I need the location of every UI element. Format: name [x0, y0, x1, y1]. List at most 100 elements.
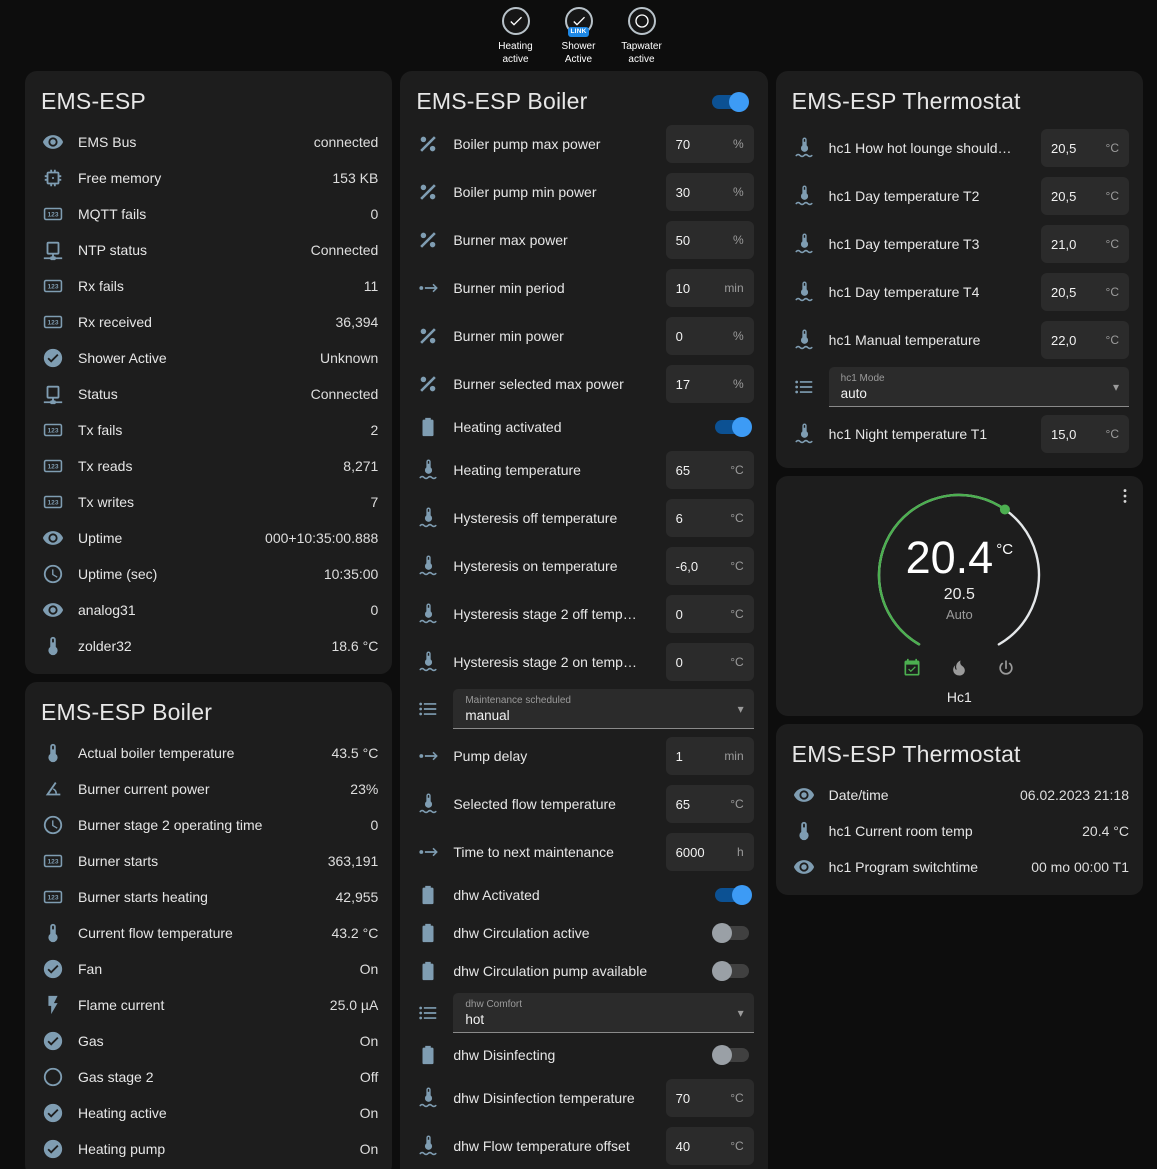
entity-value: Off: [360, 1069, 378, 1085]
number-input[interactable]: 21,0°C: [1041, 225, 1129, 263]
number-input[interactable]: 70%: [666, 125, 754, 163]
row-tx-reads[interactable]: 123Tx reads8,271: [41, 448, 378, 484]
entity-name: Heating active: [78, 1105, 352, 1121]
row-burner-max-power: Burner max power50%: [416, 216, 753, 264]
number-input[interactable]: 0°C: [666, 643, 754, 681]
row-dhw-comfort: dhw Comforthot▾: [416, 990, 753, 1036]
toggle-switch[interactable]: [715, 1048, 749, 1062]
card-master-toggle[interactable]: [712, 95, 746, 109]
number-input[interactable]: 22,0°C: [1041, 321, 1129, 359]
row-rx-fails[interactable]: 123Rx fails11: [41, 268, 378, 304]
row-burner-stage-2-operating-time[interactable]: Burner stage 2 operating time0: [41, 807, 378, 843]
card-ems-esp-boiler-sensors: EMS-ESP Boiler Actual boiler temperature…: [25, 682, 392, 1169]
badge-label-line: Shower: [562, 41, 596, 52]
badge-label: Tapwateractive: [621, 40, 662, 66]
number-input[interactable]: 20,5°C: [1041, 177, 1129, 215]
angle-icon: [41, 778, 65, 800]
row-gas[interactable]: GasOn: [41, 1023, 378, 1059]
number-input[interactable]: 6°C: [666, 499, 754, 537]
row-rx-received[interactable]: 123Rx received36,394: [41, 304, 378, 340]
row-tx-fails[interactable]: 123Tx fails2: [41, 412, 378, 448]
number-input[interactable]: 20,5°C: [1041, 129, 1129, 167]
row-shower-active[interactable]: Shower ActiveUnknown: [41, 340, 378, 376]
row-zolder32[interactable]: zolder3218.6 °C: [41, 628, 378, 664]
select-input[interactable]: dhw Comforthot▾: [453, 993, 753, 1033]
column-right: EMS-ESP Thermostat hc1 How hot lounge sh…: [776, 71, 1143, 895]
row-burner-starts[interactable]: 123Burner starts363,191: [41, 843, 378, 879]
row-status[interactable]: StatusConnected: [41, 376, 378, 412]
number-input[interactable]: 65°C: [666, 451, 754, 489]
card-thermostat-hc1: 20.4°C 20.5 Auto Hc1: [776, 476, 1143, 716]
row-heating-active[interactable]: Heating activeOn: [41, 1095, 378, 1131]
row-date-time[interactable]: Date/time06.02.2023 21:18: [792, 777, 1129, 813]
coolant-icon: [416, 603, 440, 625]
entity-value: 7: [371, 494, 379, 510]
number-input[interactable]: 6000h: [666, 833, 754, 871]
number-value: 20,5: [1051, 285, 1076, 300]
row-tx-writes[interactable]: 123Tx writes7: [41, 484, 378, 520]
select-input[interactable]: hc1 Modeauto▾: [829, 367, 1129, 407]
more-options-icon[interactable]: [1115, 486, 1135, 511]
number-input[interactable]: 15,0°C: [1041, 415, 1129, 453]
row-ems-bus[interactable]: EMS Busconnected: [41, 124, 378, 160]
number-input[interactable]: -6,0°C: [666, 547, 754, 585]
number-input[interactable]: 50%: [666, 221, 754, 259]
number-unit: %: [733, 185, 744, 199]
number-unit: °C: [1106, 189, 1119, 203]
number-input[interactable]: 30%: [666, 173, 754, 211]
number-input[interactable]: 17%: [666, 365, 754, 403]
row-burner-current-power[interactable]: Burner current power23%: [41, 771, 378, 807]
entity-name: hc1 Current room temp: [829, 823, 1074, 839]
number-input[interactable]: 40°C: [666, 1127, 754, 1165]
list-icon: [792, 376, 816, 398]
select-label: Maintenance scheduled: [465, 695, 727, 706]
toggle-knob: [712, 923, 732, 943]
number-value: 70: [676, 137, 690, 152]
toggle-switch[interactable]: [715, 964, 749, 978]
row-mqtt-fails[interactable]: 123MQTT fails0: [41, 196, 378, 232]
number-input[interactable]: 20,5°C: [1041, 273, 1129, 311]
row-ntp-status[interactable]: NTP statusConnected: [41, 232, 378, 268]
row-hc1-day-temperature-t2: hc1 Day temperature T220,5°C: [792, 172, 1129, 220]
toggle-knob: [729, 92, 749, 112]
badge-heating-active[interactable]: Heatingactive: [487, 7, 545, 66]
number-input[interactable]: 0°C: [666, 595, 754, 633]
badge-shower-active[interactable]: LINK ShowerActive: [550, 7, 608, 66]
toggle-switch[interactable]: [715, 420, 749, 434]
entity-name: Hysteresis off temperature: [453, 510, 657, 526]
entity-name: Heating temperature: [453, 462, 657, 478]
row-hc1-program-switchtime[interactable]: hc1 Program switchtime00 mo 00:00 T1: [792, 849, 1129, 885]
row-uptime[interactable]: Uptime000+10:35:00.888: [41, 520, 378, 556]
memory-icon: [41, 167, 65, 189]
number-input[interactable]: 0%: [666, 317, 754, 355]
row-hc1-current-room-temp[interactable]: hc1 Current room temp20.4 °C: [792, 813, 1129, 849]
select-input[interactable]: Maintenance scheduledmanual▾: [453, 689, 753, 729]
percent-icon: [416, 373, 440, 395]
svg-text:123: 123: [47, 500, 58, 507]
row-fan[interactable]: FanOn: [41, 951, 378, 987]
toggle-switch[interactable]: [715, 888, 749, 902]
fire-icon[interactable]: [949, 658, 969, 683]
row-current-flow-temperature[interactable]: Current flow temperature43.2 °C: [41, 915, 378, 951]
row-free-memory[interactable]: Free memory153 KB: [41, 160, 378, 196]
row-gas-stage-2[interactable]: Gas stage 2Off: [41, 1059, 378, 1095]
row-flame-current[interactable]: Flame current25.0 µA: [41, 987, 378, 1023]
power-icon[interactable]: [996, 658, 1016, 683]
dial-readout: 20.4°C 20.5 Auto: [871, 534, 1047, 622]
row-analog31[interactable]: analog310: [41, 592, 378, 628]
row-actual-boiler-temperature[interactable]: Actual boiler temperature43.5 °C: [41, 735, 378, 771]
current-temperature: 20.4°C: [871, 534, 1047, 581]
toggle-switch[interactable]: [715, 926, 749, 940]
card-header: EMS-ESP Boiler: [400, 71, 767, 120]
thermostat-dial[interactable]: 20.4°C 20.5 Auto: [871, 487, 1047, 663]
calendar-check-icon[interactable]: [902, 658, 922, 683]
row-burner-starts-heating[interactable]: 123Burner starts heating42,955: [41, 879, 378, 915]
row-uptime-sec[interactable]: Uptime (sec)10:35:00: [41, 556, 378, 592]
coolant-icon: [416, 651, 440, 673]
number-input[interactable]: 70°C: [666, 1079, 754, 1117]
badge-tapwater-active[interactable]: Tapwateractive: [613, 7, 671, 66]
number-input[interactable]: 65°C: [666, 785, 754, 823]
number-input[interactable]: 1min: [666, 737, 754, 775]
row-heating-pump[interactable]: Heating pumpOn: [41, 1131, 378, 1167]
number-input[interactable]: 10min: [666, 269, 754, 307]
